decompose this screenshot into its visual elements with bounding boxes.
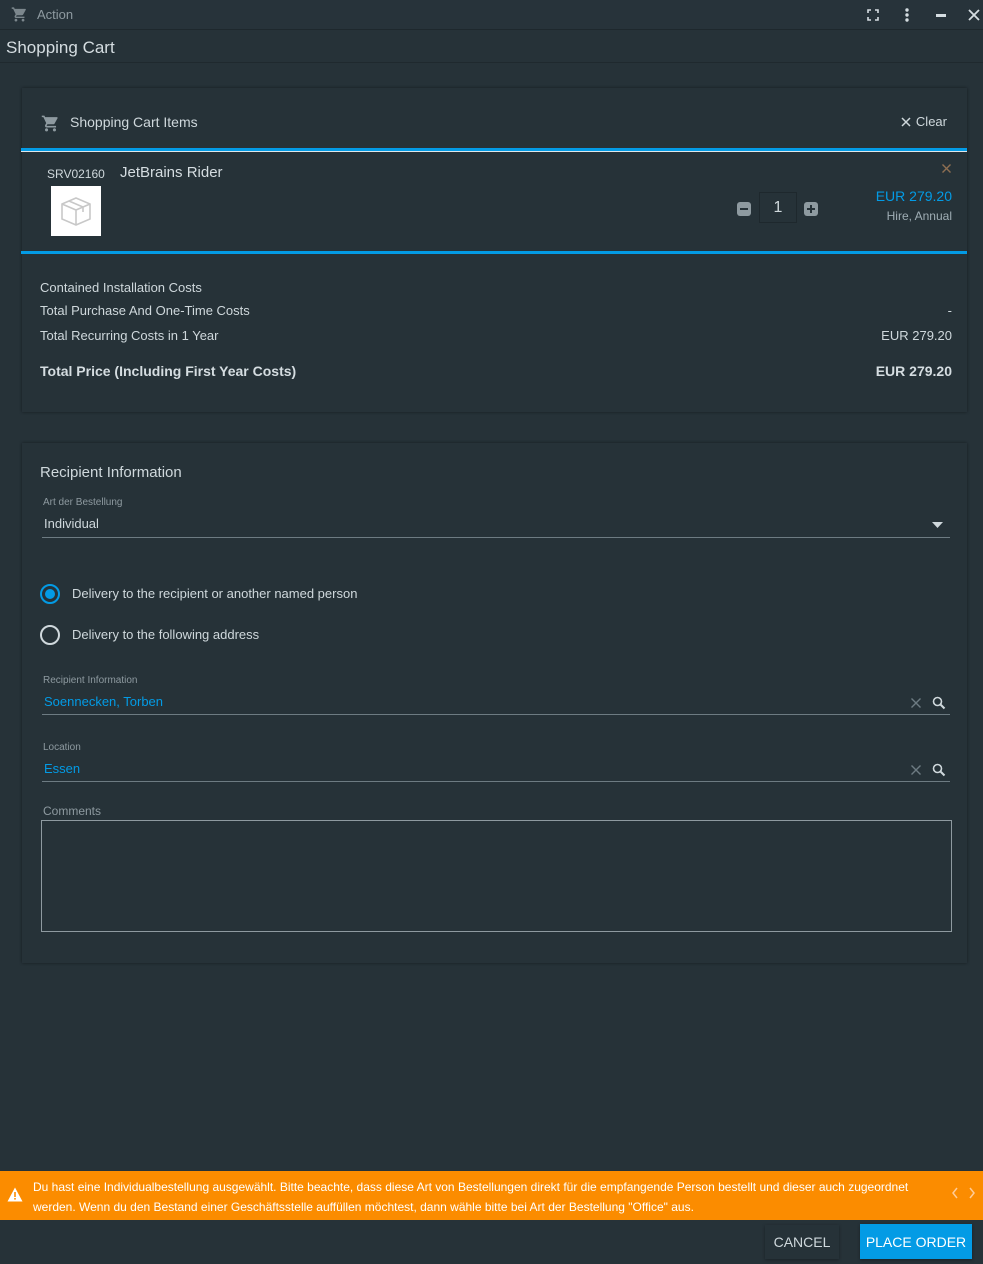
clear-recipient-icon[interactable] [910,697,922,709]
one-time-costs-label: Total Purchase And One-Time Costs [40,303,250,318]
cancel-button[interactable]: CANCEL [765,1225,839,1259]
one-time-costs-value: - [947,303,952,318]
search-location-icon[interactable] [932,763,946,777]
cart-item: SRV02160 JetBrains Rider 1 EUR 279.20 Hi… [21,148,967,254]
cart-icon [11,6,28,23]
increase-quantity-icon[interactable] [804,202,818,216]
dropdown-arrow-icon[interactable] [932,522,943,528]
cart-items-header: Shopping Cart Items [70,114,198,130]
recipient-field-label: Recipient Information [43,675,138,686]
divider [0,62,983,63]
more-vert-icon[interactable] [897,5,917,25]
shopping-cart-card: Shopping Cart Items Clear SRV02160 JetBr… [21,88,967,412]
installation-costs-label: Contained Installation Costs [40,280,202,295]
total-price-label: Total Price (Including First Year Costs) [40,363,297,379]
location-field-label: Location [43,742,81,753]
item-billing-period: Hire, Annual [886,209,952,223]
radio-delivery-address[interactable] [40,625,60,645]
location-input[interactable]: Essen [44,761,80,776]
recipient-section-title: Recipient Information [40,464,182,481]
search-recipient-icon[interactable] [932,696,946,710]
field-underline [42,781,950,782]
radio-delivery-address-label[interactable]: Delivery to the following address [72,627,259,642]
total-price-value: EUR 279.20 [875,363,952,379]
clear-cart-button[interactable]: Clear [900,114,947,129]
chevron-left-icon[interactable] [951,1187,959,1199]
recurring-costs-label: Total Recurring Costs in 1 Year [40,328,219,343]
clear-location-icon[interactable] [910,764,922,776]
radio-delivery-recipient[interactable] [40,584,60,604]
order-type-label: Art der Bestellung [43,497,123,508]
item-name[interactable]: JetBrains Rider [120,164,223,181]
warning-icon [7,1187,23,1202]
item-sku: SRV02160 [47,167,105,181]
recipient-input[interactable]: Soennecken, Torben [44,694,163,709]
package-icon [51,186,101,236]
comments-label: Comments [43,804,102,818]
remove-item-icon[interactable] [941,163,952,174]
cart-icon [41,114,60,133]
minimize-icon[interactable] [931,5,951,25]
place-order-button[interactable]: PLACE ORDER [860,1224,972,1259]
fullscreen-icon[interactable] [863,5,883,25]
field-underline [42,714,950,715]
window-title: Action [37,7,74,22]
recurring-costs-value: EUR 279.20 [881,328,952,343]
radio-delivery-recipient-label[interactable]: Delivery to the recipient or another nam… [72,586,357,601]
field-underline [42,537,950,538]
quantity-input[interactable]: 1 [759,192,797,223]
close-icon[interactable] [964,5,983,25]
recipient-card: Recipient Information Art der Bestellung… [22,443,967,963]
chevron-right-icon[interactable] [968,1187,976,1199]
warning-message: Du hast eine Individualbestellung ausgew… [33,1180,909,1214]
comments-textarea[interactable] [41,820,952,932]
warning-banner: Du hast eine Individualbestellung ausgew… [0,1171,983,1220]
clear-label: Clear [915,114,947,129]
item-price: EUR 279.20 [875,188,952,204]
decrease-quantity-icon[interactable] [737,202,751,216]
page-title: Shopping Cart [6,38,115,57]
window-titlebar: Action [0,0,983,30]
order-type-select[interactable]: Individual [44,516,99,531]
close-icon [900,116,912,128]
